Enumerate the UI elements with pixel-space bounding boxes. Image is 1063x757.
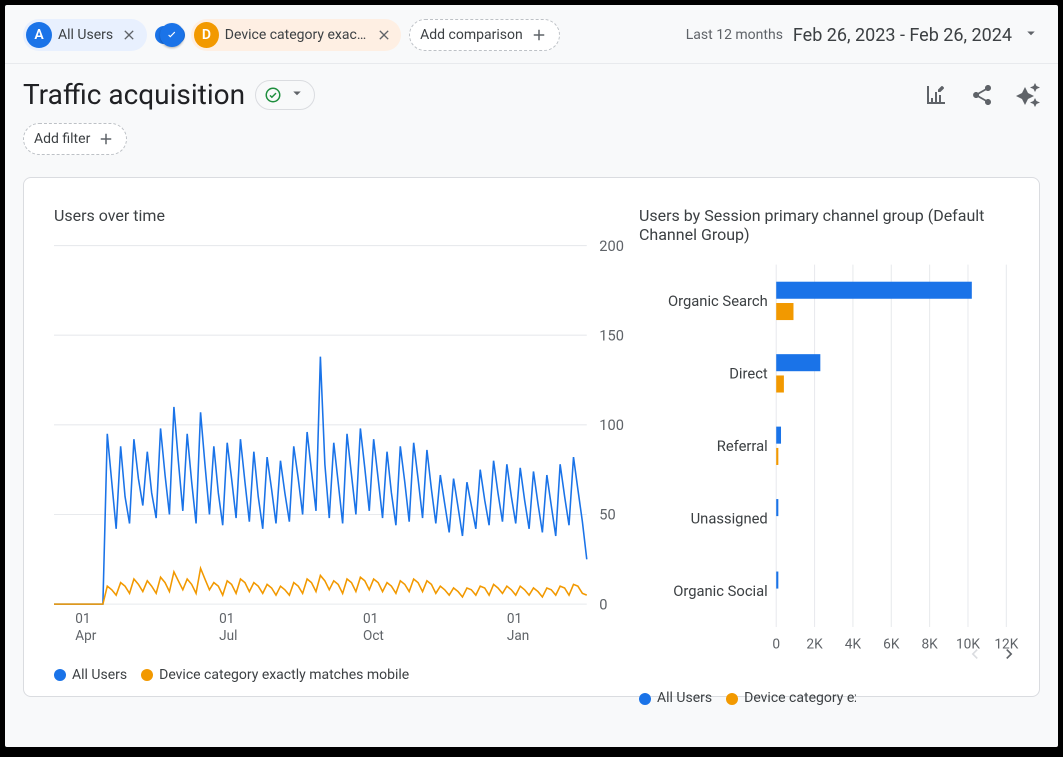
audience-chip-device[interactable]: D Device category exactl... [191, 19, 401, 51]
svg-text:Unassigned: Unassigned [691, 510, 768, 528]
svg-text:01: 01 [219, 611, 234, 627]
svg-text:0: 0 [599, 595, 607, 613]
svg-text:Oct: Oct [363, 628, 384, 644]
svg-text:100: 100 [599, 416, 624, 434]
filter-row: Add filter [5, 117, 1058, 169]
legend: All Users Device category exac [639, 690, 1019, 706]
report-card: Users over time 05010015020001Apr01Jul01… [23, 177, 1040, 697]
chevron-left-icon[interactable] [965, 644, 985, 668]
close-icon[interactable] [119, 25, 139, 45]
legend-label: Device category exactly matches mobile [159, 667, 409, 683]
panel-title: Users by Session primary channel group (… [639, 206, 1019, 244]
add-comparison-label: Add comparison [420, 27, 523, 43]
svg-text:01: 01 [507, 611, 522, 627]
svg-text:Organic Search: Organic Search [668, 292, 768, 310]
add-filter-label: Add filter [34, 131, 90, 147]
badge-d-icon: D [194, 22, 219, 48]
svg-text:8K: 8K [921, 636, 938, 652]
svg-text:0: 0 [772, 636, 780, 652]
legend-item: All Users [54, 667, 127, 683]
svg-text:Organic Social: Organic Social [673, 582, 768, 600]
legend: All Users Device category exactly matche… [54, 667, 639, 683]
chevron-right-icon[interactable] [999, 644, 1019, 668]
line-chart: 05010015020001Apr01Jul01Oct01Jan [54, 235, 639, 657]
audience-chip-label: All Users [58, 27, 113, 43]
svg-text:Jan: Jan [507, 628, 529, 644]
svg-text:4K: 4K [845, 636, 862, 652]
pagination-arrows [965, 644, 1019, 668]
chevron-down-icon [288, 84, 306, 105]
svg-text:6K: 6K [883, 636, 900, 652]
title-row: Traffic acquisition [5, 64, 1058, 117]
customize-report-icon[interactable] [924, 83, 948, 107]
plus-icon [96, 129, 116, 149]
svg-text:01: 01 [363, 611, 378, 627]
svg-text:2K: 2K [806, 636, 823, 652]
badge-a-icon: A [26, 22, 52, 48]
insights-icon[interactable] [1016, 83, 1040, 107]
legend-label: Device category exac [744, 690, 856, 706]
dot-icon [726, 693, 738, 705]
legend-label: All Users [657, 690, 712, 706]
bar-chart: 02K4K6K8K10K12KOrganic SearchDirectRefer… [639, 254, 1019, 680]
comparison-toggle[interactable] [155, 26, 185, 44]
svg-text:01: 01 [75, 611, 90, 627]
comparison-toggle-wrap: D Device category exactl... [155, 19, 401, 51]
svg-text:Apr: Apr [75, 628, 96, 644]
legend-item: All Users [639, 690, 712, 706]
close-icon[interactable] [374, 25, 393, 45]
legend-label: All Users [72, 667, 127, 683]
top-bar: A All Users D Device category exactl... … [5, 5, 1058, 64]
dot-icon [141, 669, 153, 681]
page-title: Traffic acquisition [23, 78, 245, 111]
chevron-down-icon [1022, 24, 1040, 46]
panel-users-over-time: Users over time 05010015020001Apr01Jul01… [54, 206, 639, 676]
svg-text:50: 50 [599, 506, 615, 524]
svg-text:200: 200 [599, 237, 624, 255]
share-icon[interactable] [970, 83, 994, 107]
check-circle-icon [264, 86, 282, 104]
svg-text:Direct: Direct [729, 365, 768, 383]
title-actions [924, 83, 1040, 107]
status-dropdown[interactable] [255, 80, 315, 110]
audience-chip-all-users[interactable]: A All Users [23, 19, 147, 51]
legend-item: Device category exactly matches mobile [141, 667, 409, 683]
legend-item: Device category exac [726, 690, 856, 706]
svg-text:150: 150 [599, 326, 624, 344]
panel-title: Users over time [54, 206, 639, 225]
plus-icon [529, 25, 549, 45]
panel-users-by-channel: Users by Session primary channel group (… [639, 206, 1019, 676]
date-range-picker[interactable]: Last 12 months Feb 26, 2023 - Feb 26, 20… [686, 24, 1040, 46]
audience-chip-label: Device category exactl... [225, 27, 368, 43]
dot-icon [54, 669, 66, 681]
date-range-label: Last 12 months [686, 27, 783, 43]
add-filter-button[interactable]: Add filter [23, 123, 127, 155]
svg-text:Referral: Referral [717, 437, 768, 455]
date-range-value: Feb 26, 2023 - Feb 26, 2024 [793, 25, 1012, 46]
svg-text:Jul: Jul [219, 628, 237, 644]
dot-icon [639, 693, 651, 705]
add-comparison-button[interactable]: Add comparison [409, 19, 560, 51]
